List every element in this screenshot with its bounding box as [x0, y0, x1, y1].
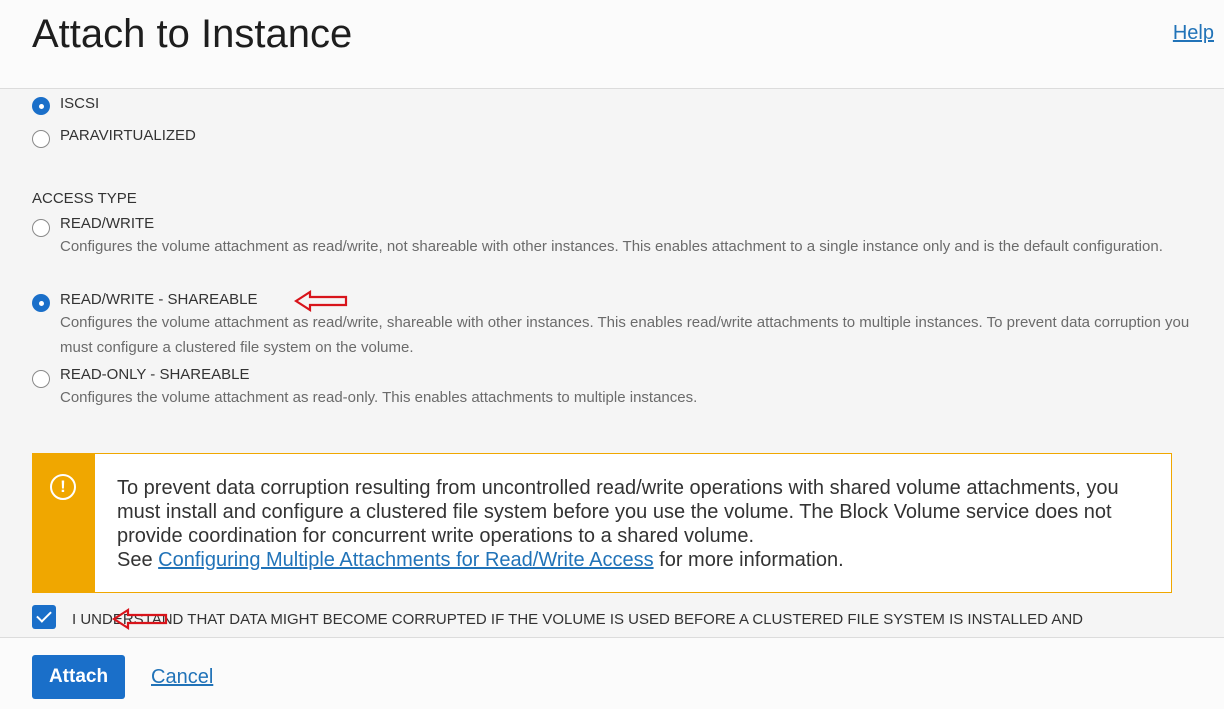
radio-button-paravirtualized[interactable] — [32, 130, 50, 148]
warning-see-prefix: See — [117, 549, 159, 571]
radio-button-read-write-shareable[interactable] — [32, 294, 50, 312]
warning-accent-bar: ! — [33, 454, 95, 592]
warning-alert: ! To prevent data corruption resulting f… — [32, 453, 1172, 593]
radio-button-iscsi[interactable] — [32, 97, 50, 115]
radio-label-iscsi: ISCSI — [60, 95, 100, 112]
radio-button-read-only-shareable[interactable] — [32, 370, 50, 388]
page-title: Attach to Instance — [32, 12, 353, 56]
radio-button-read-write[interactable] — [32, 219, 50, 237]
confirm-checkbox[interactable] — [32, 605, 56, 629]
radio-label-read-only-shareable: READ-ONLY - SHAREABLE — [60, 366, 250, 383]
dialog-content: ISCSI PARAVIRTUALIZED ACCESS TYPE READ/W… — [0, 89, 1224, 637]
warning-text: To prevent data corruption resulting fro… — [117, 476, 1147, 572]
help-link[interactable]: Help — [1173, 22, 1214, 45]
confirm-checkbox-label: I UNDERSTAND THAT DATA MIGHT BECOME CORR… — [72, 611, 1084, 637]
access-type-heading: ACCESS TYPE — [32, 190, 137, 207]
warning-message: To prevent data corruption resulting fro… — [117, 477, 1119, 547]
annotation-arrow-icon — [112, 607, 168, 631]
dialog-header: Attach to Instance Help — [0, 0, 1224, 89]
annotation-arrow-icon — [294, 289, 348, 313]
cancel-link[interactable]: Cancel — [151, 666, 213, 689]
dialog-footer: Attach Cancel — [0, 637, 1224, 709]
warning-see-suffix: for more information. — [653, 549, 844, 571]
exclamation-circle-icon: ! — [50, 474, 76, 500]
radio-label-read-write-shareable: READ/WRITE - SHAREABLE — [60, 291, 258, 308]
radio-description-read-write: Configures the volume attachment as read… — [60, 238, 1163, 255]
radio-label-read-write: READ/WRITE — [60, 215, 155, 232]
radio-description-read-only-shareable: Configures the volume attachment as read… — [60, 389, 698, 406]
attach-button[interactable]: Attach — [32, 655, 125, 699]
radio-description-read-write-shareable: Configures the volume attachment as read… — [60, 314, 1190, 356]
clustered-attachments-doc-link[interactable]: Configuring Multiple Attachments for Rea… — [158, 549, 653, 571]
radio-label-paravirtualized: PARAVIRTUALIZED — [60, 127, 196, 144]
